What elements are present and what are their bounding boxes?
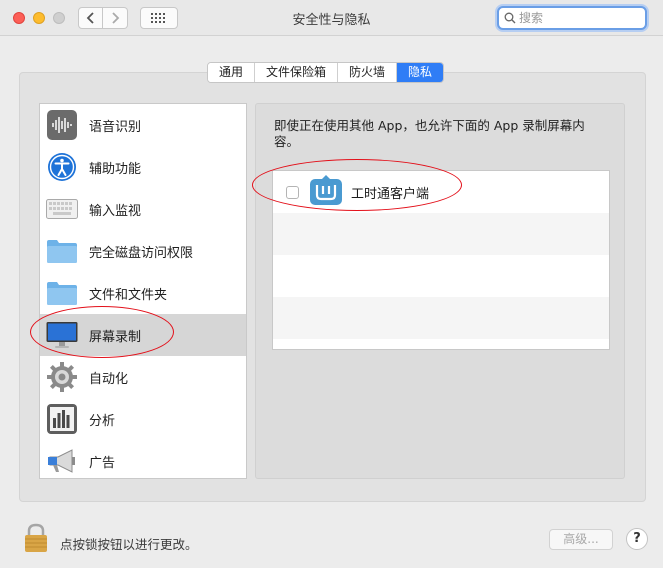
tab-filevault[interactable]: 文件保险箱 — [255, 63, 339, 82]
sidebar-item-label: 输入监视 — [89, 203, 142, 219]
list-item[interactable]: 工时通客户端 — [273, 171, 609, 213]
app-permission-checkbox[interactable] — [286, 185, 299, 199]
lock-icon[interactable] — [24, 523, 48, 557]
tab-firewall[interactable]: 防火墙 — [338, 63, 398, 82]
display-icon — [45, 318, 79, 352]
sidebar-item-accessibility[interactable]: 辅助功能 — [40, 146, 246, 188]
gear-icon — [45, 360, 79, 394]
sidebar-item-label: 自动化 — [89, 371, 129, 387]
accessibility-icon — [45, 150, 79, 184]
sidebar-item-input-monitoring[interactable]: 输入监视 — [40, 188, 246, 230]
lock-hint-text: 点按锁按钮以进行更改。 — [60, 537, 198, 552]
sidebar-item-label: 文件和文件夹 — [89, 287, 168, 303]
sidebar-item-label: 分析 — [89, 413, 116, 429]
tab-privacy[interactable]: 隐私 — [397, 63, 444, 82]
waveform-icon — [45, 108, 79, 142]
sidebar-item-label: 屏幕录制 — [89, 329, 142, 345]
sidebar-item-automation[interactable]: 自动化 — [40, 356, 246, 398]
app-list: 工时通客户端 — [272, 170, 610, 350]
tab-general[interactable]: 通用 — [208, 63, 256, 82]
sidebar-item-files-and-folders[interactable]: 文件和文件夹 — [40, 272, 246, 314]
analytics-icon — [45, 402, 79, 436]
sidebar-item-full-disk-access[interactable]: 完全磁盘访问权限 — [40, 230, 246, 272]
app-name: 工时通客户端 — [351, 186, 430, 202]
sidebar-item-analytics[interactable]: 分析 — [40, 398, 246, 440]
folder-icon — [45, 234, 79, 268]
search-input[interactable] — [519, 10, 639, 26]
list-item — [273, 255, 609, 297]
megaphone-icon — [45, 444, 79, 478]
search-icon — [504, 12, 516, 24]
help-button[interactable]: ? — [626, 528, 648, 550]
sidebar-item-advertising[interactable]: 广告 — [40, 440, 246, 482]
screen-recording-pane: 即使正在使用其他 App，也允许下面的 App 录制屏幕内容。 工时通客户端 — [255, 103, 625, 479]
tab-bar: 通用 文件保险箱 防火墙 隐私 — [207, 62, 445, 83]
title-bar: 安全性与隐私 — [0, 0, 663, 36]
sidebar-item-label: 广告 — [89, 455, 116, 471]
sidebar-item-screen-recording[interactable]: 屏幕录制 — [40, 314, 246, 356]
sidebar-item-label: 语音识别 — [89, 119, 142, 135]
privacy-category-list: 语音识别 辅助功能 输入监视 完全磁盘访问权限 文件和文件夹 屏幕录制 自动化 … — [39, 103, 247, 479]
sidebar-item-label: 辅助功能 — [89, 161, 142, 177]
search-field[interactable] — [497, 6, 647, 30]
keyboard-icon — [45, 192, 79, 226]
pane-description: 即使正在使用其他 App，也允许下面的 App 录制屏幕内容。 — [274, 118, 585, 149]
app-icon — [309, 175, 343, 209]
list-item — [273, 297, 609, 339]
advanced-button[interactable]: 高级... — [549, 529, 613, 550]
sidebar-item-label: 完全磁盘访问权限 — [89, 245, 194, 261]
folder-icon — [45, 276, 79, 310]
list-item — [273, 213, 609, 255]
sidebar-item-speech-recognition[interactable]: 语音识别 — [40, 104, 246, 146]
